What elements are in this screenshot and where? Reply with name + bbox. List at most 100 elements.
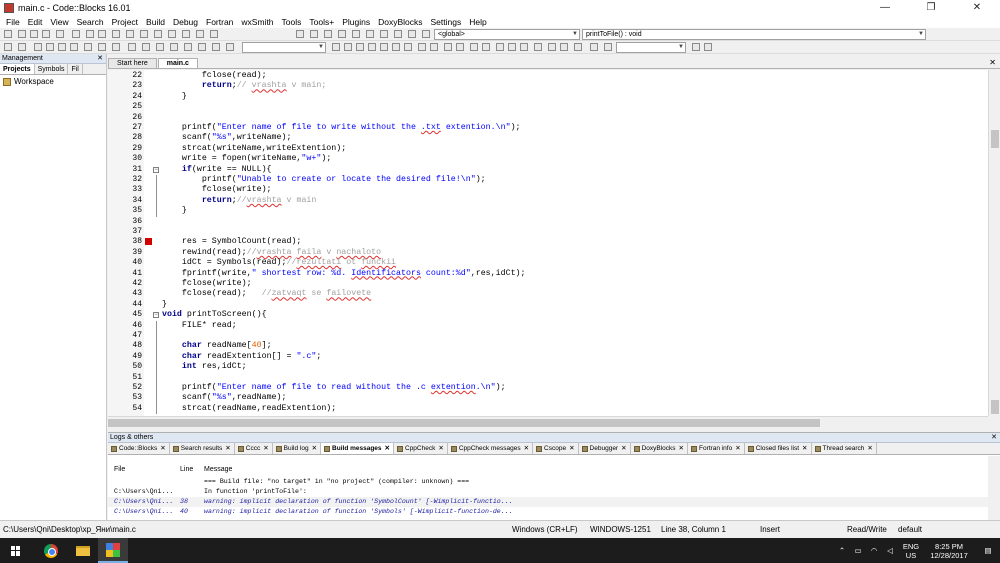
toolbar-tool-icon[interactable]	[444, 43, 452, 51]
line-number[interactable]: 33	[108, 185, 142, 195]
code-editor[interactable]: 22 fclose(read); 23 return;// vrashta v m…	[108, 70, 988, 416]
toolbar-tool-icon[interactable]	[470, 43, 478, 51]
close-icon[interactable]: ✕	[312, 444, 317, 453]
logs-tab-cppcheck-messages[interactable]: CppCheck messages ✕	[448, 443, 534, 454]
close-icon[interactable]: ✕	[991, 433, 997, 443]
line-number[interactable]: 28	[108, 133, 142, 143]
toolbar-tool-icon[interactable]	[182, 30, 190, 38]
language-indicator[interactable]: ENG US	[900, 538, 922, 563]
logs-tab-closed-files-list[interactable]: Closed files list ✕	[745, 443, 812, 454]
toolbar-tool-icon[interactable]	[430, 43, 438, 51]
menu-build[interactable]: Build	[142, 17, 169, 27]
toolbar-tool-icon[interactable]	[496, 43, 504, 51]
line-number[interactable]: 30	[108, 154, 142, 164]
line-number[interactable]: 48	[108, 341, 142, 351]
toolbar-tool-icon[interactable]	[18, 30, 26, 38]
tray-network-icon[interactable]: ▭	[852, 538, 864, 563]
line-number[interactable]: 35	[108, 206, 142, 216]
search-combo[interactable]: ▼	[242, 42, 326, 53]
logs-tab-cscope[interactable]: Cscope ✕	[533, 443, 579, 454]
editor-vertical-scrollbar[interactable]	[988, 70, 1000, 416]
toolbar-tool-icon[interactable]	[58, 43, 66, 51]
line-number[interactable]: 52	[108, 383, 142, 393]
toolbar-tool-icon[interactable]	[380, 30, 388, 38]
line-number[interactable]: 34	[108, 196, 142, 206]
scope-combo[interactable]: <global> ▼	[434, 29, 580, 40]
build-message-row[interactable]: C:\Users\Qni... In function 'printToFile'…	[108, 487, 988, 497]
menu-tools[interactable]: Tools+	[305, 17, 338, 27]
toolbar-tool-icon[interactable]	[482, 43, 490, 51]
toolbar-tool-icon[interactable]	[310, 30, 318, 38]
toolbar-tool-icon[interactable]	[140, 30, 148, 38]
start-button[interactable]	[0, 538, 32, 563]
toolbar-tool-icon[interactable]	[86, 30, 94, 38]
logs-tab-build-log[interactable]: Build log ✕	[273, 443, 322, 454]
toolbar-tool-icon[interactable]	[112, 30, 120, 38]
menu-project[interactable]: Project	[108, 17, 142, 27]
line-number[interactable]: 37	[108, 227, 142, 237]
toolbar-tool-icon[interactable]	[84, 43, 92, 51]
logs-tab-build-messages[interactable]: Build messages ✕	[321, 443, 394, 454]
line-number[interactable]: 43	[108, 289, 142, 299]
column-header-line[interactable]: Line	[180, 464, 193, 476]
menu-fortran[interactable]: Fortran	[202, 17, 237, 27]
toolbar-tool-icon[interactable]	[520, 43, 528, 51]
logs-tab-cccc[interactable]: Cccc ✕	[235, 443, 273, 454]
toolbar-tool-icon[interactable]	[352, 30, 360, 38]
line-number[interactable]: 27	[108, 123, 142, 133]
toolbar-tool-icon[interactable]	[154, 30, 162, 38]
toolbar-tool-icon[interactable]	[548, 43, 556, 51]
scroll-thumb[interactable]	[108, 419, 820, 427]
toolbar-tool-icon[interactable]	[534, 43, 542, 51]
close-icon[interactable]: ✕	[569, 444, 574, 453]
taskbar-file-explorer[interactable]	[68, 538, 98, 563]
close-icon[interactable]: ✕	[263, 444, 268, 453]
toolbar-tool-icon[interactable]	[34, 43, 42, 51]
fold-toggle-icon[interactable]: −	[153, 166, 159, 173]
toolbar-tool-icon[interactable]	[156, 43, 164, 51]
toolbar-tool-icon[interactable]	[394, 30, 402, 38]
toolbar-tool-icon[interactable]	[408, 30, 416, 38]
workspace-tree-item[interactable]: Workspace	[0, 75, 106, 88]
toolbar-tool-icon[interactable]	[590, 43, 598, 51]
toolbar-tool-icon[interactable]	[404, 43, 412, 51]
logs-tab-debugger[interactable]: Debugger ✕	[579, 443, 631, 454]
line-number[interactable]: 23	[108, 81, 142, 91]
column-header-file[interactable]: File	[114, 464, 125, 476]
toolbar-tool-icon[interactable]	[210, 30, 218, 38]
line-number[interactable]: 25	[108, 102, 142, 112]
taskbar-chrome[interactable]	[36, 538, 66, 563]
logs-tab-thread-search[interactable]: Thread search ✕	[812, 443, 877, 454]
line-number[interactable]: 32	[108, 175, 142, 185]
line-number[interactable]: 51	[108, 373, 142, 383]
maximize-button[interactable]: ❐	[908, 0, 954, 15]
menu-search[interactable]: Search	[73, 17, 108, 27]
close-button[interactable]: ✕	[954, 0, 1000, 15]
tab-projects[interactable]: Projects	[0, 64, 35, 74]
line-number[interactable]: 53	[108, 393, 142, 403]
line-number[interactable]: 45	[108, 310, 142, 320]
toolbar-tool-icon[interactable]	[296, 30, 304, 38]
line-number[interactable]: 41	[108, 269, 142, 279]
line-number[interactable]: 24	[108, 92, 142, 102]
close-icon[interactable]: ✕	[621, 444, 626, 453]
line-number[interactable]: 31	[108, 165, 142, 175]
line-number[interactable]: 38	[108, 237, 142, 247]
close-icon[interactable]: ✕	[225, 444, 230, 453]
minimize-button[interactable]: —	[862, 0, 908, 15]
toolbar-tool-icon[interactable]	[324, 30, 332, 38]
toolbar-tool-icon[interactable]	[46, 43, 54, 51]
toolbar-tool-icon[interactable]	[42, 30, 50, 38]
toolbar-tool-icon[interactable]	[30, 30, 38, 38]
toolbar-tool-icon[interactable]	[184, 43, 192, 51]
line-number[interactable]: 47	[108, 331, 142, 341]
editor-tab-main-c[interactable]: main.c	[157, 58, 198, 68]
toolbar-tool-icon[interactable]	[704, 43, 712, 51]
line-number[interactable]: 39	[108, 248, 142, 258]
line-number[interactable]: 42	[108, 279, 142, 289]
logs-tab-code-blocks[interactable]: Code::Blocks ✕	[108, 443, 170, 454]
toolbar-tool-icon[interactable]	[98, 30, 106, 38]
close-icon[interactable]: ✕	[160, 444, 165, 453]
toolbar-tool-icon[interactable]	[692, 43, 700, 51]
menu-debug[interactable]: Debug	[169, 17, 202, 27]
